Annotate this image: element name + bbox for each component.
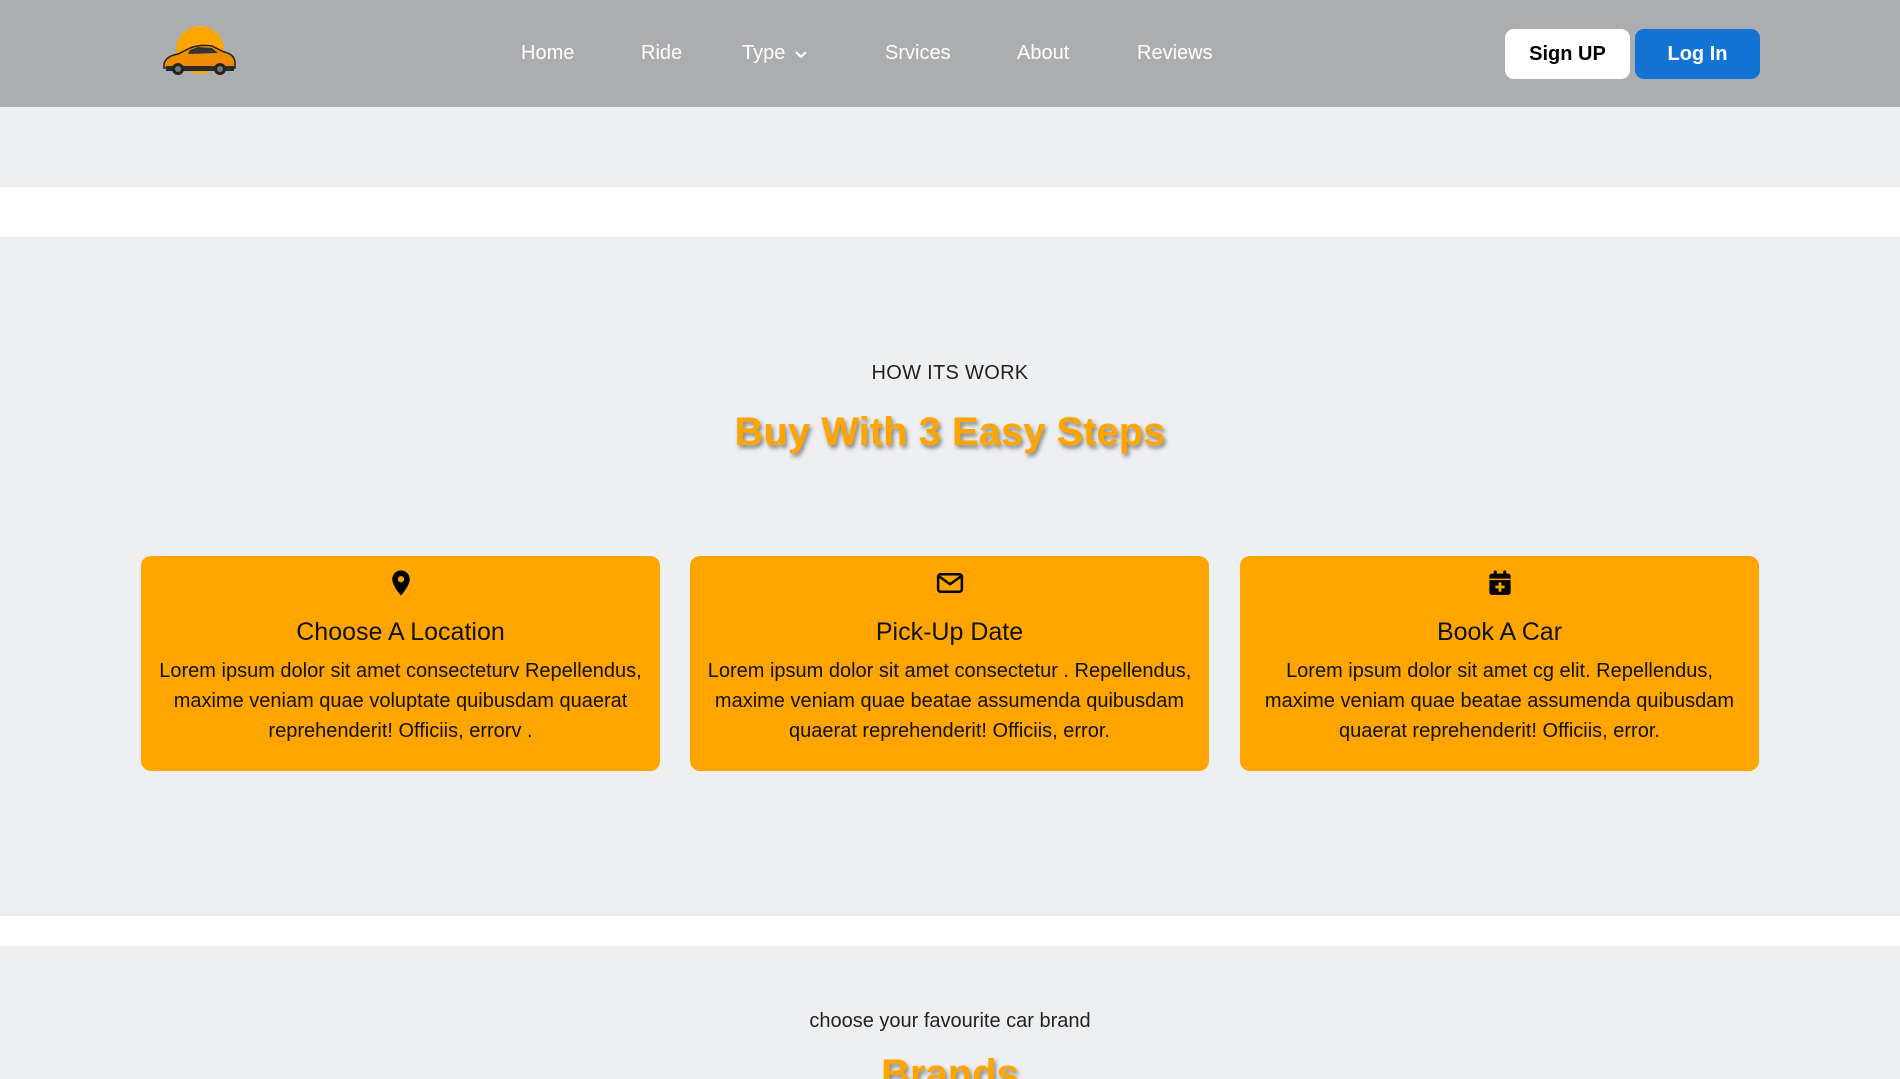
step-card-location: Choose A Location Lorem ipsum dolor sit … bbox=[141, 556, 660, 771]
section-divider bbox=[0, 187, 1900, 237]
chevron-down-icon bbox=[795, 42, 808, 65]
nav-reviews[interactable]: Reviews bbox=[1137, 42, 1213, 65]
card-text: Lorem ipsum dolor sit amet cg elit. Repe… bbox=[1264, 660, 1735, 742]
nav-about[interactable]: About bbox=[1017, 42, 1069, 65]
nav-type[interactable]: Type bbox=[742, 42, 808, 65]
nav-type-label: Type bbox=[742, 42, 786, 64]
nav-services[interactable]: Srvices bbox=[885, 42, 951, 65]
nav-ride[interactable]: Ride bbox=[641, 42, 682, 65]
navbar: Home Ride Type Srvices About Reviews Sig… bbox=[0, 0, 1900, 107]
card-text: Lorem ipsum dolor sit amet consectetur .… bbox=[707, 660, 1192, 742]
card-title: Book A Car bbox=[1436, 618, 1563, 646]
how-title: Buy With 3 Easy Steps bbox=[734, 410, 1166, 454]
envelope-icon bbox=[935, 568, 965, 598]
brands-subtitle: choose your favourite car brand bbox=[809, 1010, 1091, 1032]
card-title: Choose A Location bbox=[296, 618, 505, 646]
step-card-book: Book A Car Lorem ipsum dolor sit amet cg… bbox=[1240, 556, 1759, 771]
signup-button[interactable]: Sign UP bbox=[1505, 29, 1630, 79]
calendar-plus-icon bbox=[1485, 568, 1515, 598]
location-pin-icon bbox=[386, 568, 416, 598]
brands-title: Brands bbox=[881, 1052, 1019, 1079]
card-text: Lorem ipsum dolor sit amet consecteturv … bbox=[159, 660, 642, 742]
card-title: Pick-Up Date bbox=[875, 618, 1024, 646]
how-subtitle: HOW ITS WORK bbox=[871, 362, 1029, 384]
section-divider bbox=[0, 916, 1900, 946]
login-button[interactable]: Log In bbox=[1635, 29, 1760, 79]
step-card-date: Pick-Up Date Lorem ipsum dolor sit amet … bbox=[690, 556, 1209, 771]
nav-home[interactable]: Home bbox=[521, 42, 574, 65]
